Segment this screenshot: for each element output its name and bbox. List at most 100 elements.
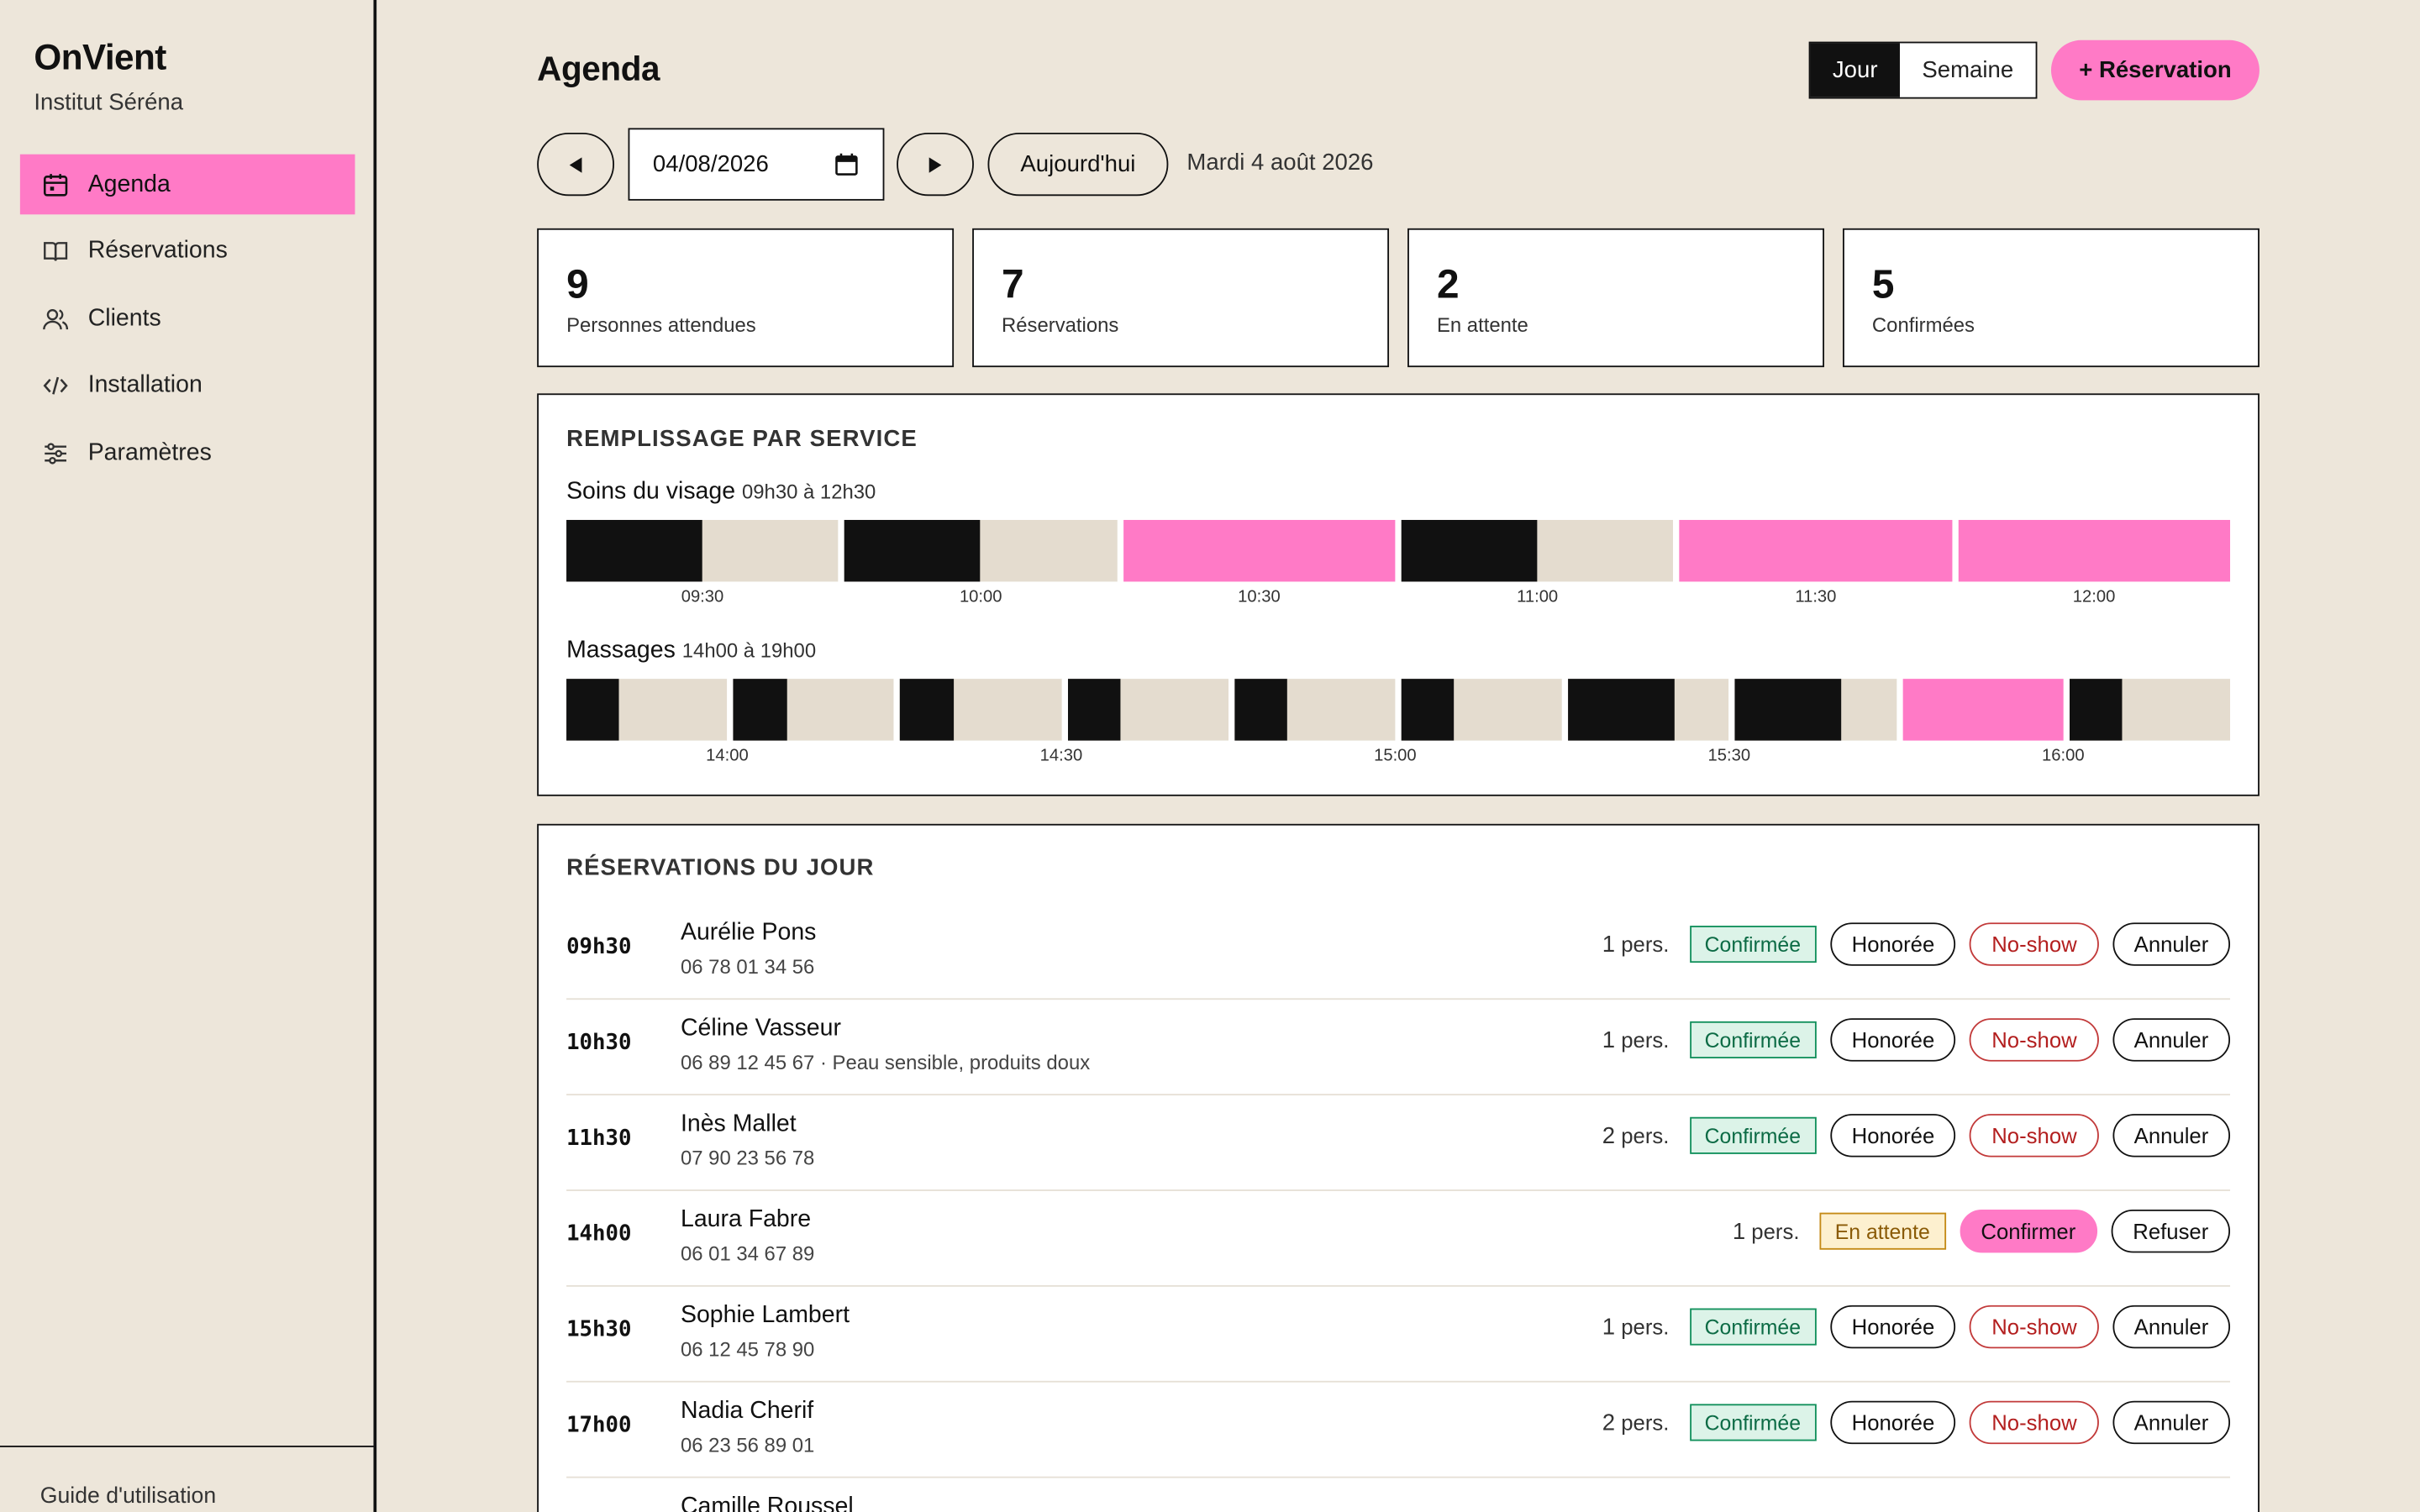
sidebar: OnVient Institut Séréna Agenda Réservati… bbox=[0, 0, 377, 1512]
honor-e-button[interactable]: Honorée bbox=[1829, 1018, 1956, 1062]
stat-label: Confirmées bbox=[1871, 312, 1975, 337]
annuler-button[interactable]: Annuler bbox=[2112, 1305, 2231, 1349]
annuler-button[interactable]: Annuler bbox=[2112, 922, 2231, 966]
institute-name: Institut Séréna bbox=[34, 89, 184, 116]
page-title: Agenda bbox=[537, 49, 660, 88]
honor-e-button[interactable]: Honorée bbox=[1829, 1305, 1956, 1349]
reservation-row: 10h30 Céline Vasseur 06 89 12 45 67 · Peau… bbox=[566, 1000, 2231, 1096]
reservation-actions: 1 pers. Confirmée Honorée No-show Annuler bbox=[1602, 922, 2231, 966]
stat-value: 7 bbox=[1002, 260, 1024, 307]
sidebar-item-agenda[interactable]: Agenda bbox=[19, 154, 355, 215]
app-root: OnVient Institut Séréna Agenda Réservati… bbox=[0, 0, 2420, 1512]
reservation-row: Camille Roussel bbox=[566, 1478, 2230, 1512]
sidebar-item-installation[interactable]: Installation bbox=[20, 356, 355, 417]
stat-value: 2 bbox=[1436, 260, 1460, 307]
reservation-time: 15h30 bbox=[566, 1317, 632, 1342]
time-slot bbox=[2069, 679, 2231, 741]
no-show-button[interactable]: No-show bbox=[1970, 1018, 2099, 1062]
previous-day-button[interactable] bbox=[537, 132, 615, 197]
party-size-unit: pers. bbox=[1615, 1026, 1670, 1052]
client-name: Nadia Cherif bbox=[680, 1398, 814, 1425]
reservation-time: 14h00 bbox=[566, 1221, 632, 1247]
client-details: 06 89 12 45 67 · Peau sensible, produits… bbox=[680, 1050, 1091, 1074]
status-badge: Confirmée bbox=[1689, 1021, 1817, 1058]
client-name: Inès Mallet bbox=[680, 1110, 797, 1137]
time-slot bbox=[1568, 679, 1729, 741]
calendar-picker-icon[interactable] bbox=[835, 153, 859, 176]
party-size-count: 2 bbox=[1602, 1409, 1616, 1436]
reservation-row: 15h30 Sophie Lambert 06 12 45 78 90 1 pers.… bbox=[566, 1287, 2231, 1383]
reservation-time: 17h00 bbox=[566, 1413, 632, 1438]
time-slot bbox=[1234, 679, 1396, 741]
reservation-time: 11h30 bbox=[566, 1126, 632, 1152]
no-show-button[interactable]: No-show bbox=[1970, 1305, 2099, 1349]
stat-confirmed: 5 Confirmées bbox=[1843, 228, 2260, 368]
party-size-unit: pers. bbox=[1615, 1313, 1670, 1339]
slot-fill bbox=[1234, 679, 1288, 741]
service-name-facial: Soins du visage 09h30 à 12h30 bbox=[566, 478, 876, 506]
sliders-icon bbox=[42, 439, 70, 467]
brand-logo: OnVient bbox=[34, 37, 166, 77]
honor-e-button[interactable]: Honorée bbox=[1829, 922, 1956, 966]
annuler-button[interactable]: Annuler bbox=[2112, 1018, 2231, 1062]
party-size-count: 1 bbox=[1602, 931, 1616, 958]
sidebar-item-reservations[interactable]: Réservations bbox=[20, 222, 355, 282]
date-input[interactable]: 04/08/2026 bbox=[628, 128, 885, 201]
refuser-button[interactable]: Refuser bbox=[2111, 1209, 2231, 1253]
sidebar-item-parametres[interactable]: Paramètres bbox=[20, 423, 355, 484]
reservations-panel-title: RÉSERVATIONS DU JOUR bbox=[566, 854, 875, 881]
triangle-left-icon bbox=[569, 156, 582, 172]
slot-fill bbox=[566, 679, 620, 741]
party-size: 1 pers. bbox=[1602, 1026, 1670, 1053]
time-slot bbox=[1902, 679, 2064, 741]
time-slot bbox=[1067, 679, 1228, 741]
no-show-button[interactable]: No-show bbox=[1970, 922, 2099, 966]
annuler-button[interactable]: Annuler bbox=[2112, 1114, 2231, 1158]
user-guide-link[interactable]: Guide d'utilisation bbox=[40, 1484, 216, 1509]
client-name: Aurélie Pons bbox=[680, 919, 817, 946]
code-icon bbox=[42, 372, 70, 400]
slot-time-label: 15:00 bbox=[1374, 746, 1417, 766]
status-badge: Confirmée bbox=[1689, 1404, 1817, 1441]
sidebar-item-label: Clients bbox=[87, 305, 161, 332]
status-badge: Confirmée bbox=[1689, 1308, 1817, 1346]
service-name-massage: Massages 14h00 à 19h00 bbox=[566, 638, 816, 665]
add-reservation-button[interactable]: + Réservation bbox=[2050, 39, 2260, 101]
party-size-count: 1 bbox=[1732, 1218, 1746, 1245]
party-size-count: 1 bbox=[1602, 1313, 1616, 1341]
reservation-actions: 1 pers. En attente Confirmer Refuser bbox=[1732, 1209, 2231, 1253]
slot-fill bbox=[1401, 519, 1538, 582]
party-size-count: 1 bbox=[1602, 1026, 1616, 1053]
view-week-button[interactable]: Semaine bbox=[1900, 43, 2036, 97]
next-day-button[interactable] bbox=[897, 132, 974, 197]
no-show-button[interactable]: No-show bbox=[1970, 1400, 2099, 1445]
party-size: 2 pers. bbox=[1602, 1410, 1670, 1436]
stat-label: Personnes attendues bbox=[566, 312, 756, 337]
service-hours: 14h00 à 19h00 bbox=[681, 638, 817, 662]
confirmer-button[interactable]: Confirmer bbox=[1959, 1209, 2098, 1253]
view-day-button[interactable]: Jour bbox=[1810, 43, 1900, 97]
annuler-button[interactable]: Annuler bbox=[2112, 1400, 2231, 1445]
sidebar-item-label: Paramètres bbox=[87, 439, 212, 466]
honor-e-button[interactable]: Honorée bbox=[1829, 1114, 1956, 1158]
reservation-actions: 1 pers. Confirmée Honorée No-show Annuler bbox=[1602, 1305, 2231, 1349]
party-size: 1 pers. bbox=[1602, 931, 1670, 957]
time-slot bbox=[566, 679, 728, 741]
today-button[interactable]: Aujourd'hui bbox=[987, 132, 1169, 197]
party-size: 2 pers. bbox=[1602, 1122, 1670, 1148]
no-show-button[interactable]: No-show bbox=[1970, 1114, 2099, 1158]
stat-expected-people: 9 Personnes attendues bbox=[537, 228, 955, 368]
time-slot bbox=[1401, 679, 1563, 741]
reservation-row: 09h30 Aurélie Pons 06 78 01 34 56 1 pers. Co… bbox=[566, 904, 2231, 1000]
client-details: 06 12 45 78 90 bbox=[680, 1337, 815, 1361]
honor-e-button[interactable]: Honorée bbox=[1829, 1400, 1956, 1445]
stat-reservations: 7 Réservations bbox=[972, 228, 1390, 368]
current-date-label: Mardi 4 août 2026 bbox=[1186, 150, 1374, 176]
sidebar-item-label: Réservations bbox=[87, 238, 228, 265]
reservation-actions: 2 pers. Confirmée Honorée No-show Annuler bbox=[1602, 1114, 2231, 1158]
slot-time-label: 12:00 bbox=[2072, 587, 2116, 606]
book-icon bbox=[42, 238, 70, 265]
client-details: 06 23 56 89 01 bbox=[680, 1433, 815, 1457]
sidebar-item-clients[interactable]: Clients bbox=[20, 289, 355, 349]
client-name: Camille Roussel bbox=[680, 1493, 854, 1512]
